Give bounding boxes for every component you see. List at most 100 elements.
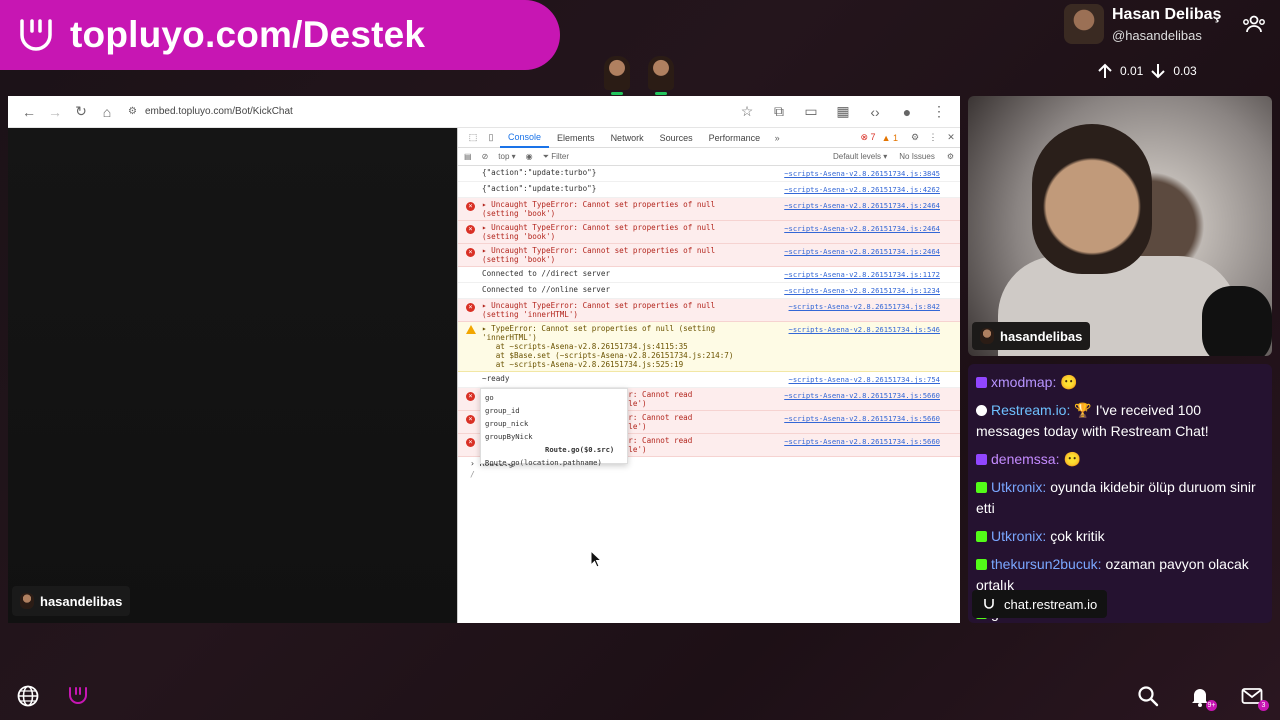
clear-console-icon[interactable]: ⊘: [482, 152, 489, 161]
code-icon[interactable]: ‹›: [864, 101, 886, 123]
autocomplete-item[interactable]: go: [485, 391, 623, 404]
sidebar-icon[interactable]: ▭: [800, 101, 822, 123]
devtools-panel: ⬚ ▯ Console Elements Network Sources Per…: [457, 128, 960, 623]
browser-window: ← → ↻ ⌂ ⚙ embed.topluyo.com/Bot/KickChat…: [8, 96, 960, 623]
extensions-icon[interactable]: ⧉: [768, 101, 790, 123]
autocomplete-item[interactable]: Route.go(location.pathname): [485, 456, 623, 469]
more-menu-icon[interactable]: ⋮: [928, 101, 950, 123]
back-arrow-icon[interactable]: ←: [18, 101, 40, 123]
levels-select[interactable]: Default levels ▾: [833, 152, 887, 161]
autocomplete-item[interactable]: groupByNick: [485, 430, 623, 443]
chat-username[interactable]: denemssa:: [991, 451, 1059, 467]
messages-button[interactable]: 3: [1240, 684, 1269, 711]
context-select[interactable]: top ▾: [498, 152, 515, 161]
download-rate: 0.03: [1173, 64, 1197, 78]
topluyo-logo-icon[interactable]: [66, 684, 90, 708]
mini-avatar: [980, 328, 994, 344]
restream-logo-icon: [984, 599, 994, 609]
console-log-row[interactable]: ▸ TypeError: Cannot set properties of nu…: [458, 322, 960, 372]
devtools-menu-icon[interactable]: ⋮: [924, 132, 942, 143]
autocomplete-item[interactable]: group_nick: [485, 417, 623, 430]
close-icon[interactable]: ✕: [942, 132, 960, 143]
error-icon: ×: [466, 392, 475, 401]
console-source-link[interactable]: ~scripts-Asena-v2.8.26151734.js:1234: [784, 286, 940, 295]
tab-elements[interactable]: Elements: [549, 128, 603, 148]
chat-source-text: chat.restream.io: [1004, 596, 1098, 612]
console-source-link[interactable]: ~scripts-Asena-v2.8.26151734.js:2464: [784, 224, 940, 233]
chat-username[interactable]: Restream.io:: [991, 402, 1070, 418]
more-tabs-icon[interactable]: »: [768, 133, 786, 143]
site-info-icon[interactable]: ⚙: [128, 106, 137, 117]
warning-count[interactable]: ▲ 1: [882, 133, 898, 143]
mini-avatar: [20, 593, 34, 609]
forward-arrow-icon[interactable]: →: [44, 101, 66, 123]
console-source-link[interactable]: ~scripts-Asena-v2.8.26151734.js:5660: [784, 414, 940, 423]
restream-icon: [976, 405, 987, 416]
topluyo-logo-icon: [20, 19, 52, 51]
console-source-link[interactable]: ~scripts-Asena-v2.8.26151734.js:4262: [784, 185, 940, 194]
console-log-row[interactable]: × ▸ Uncaught TypeError: Cannot set proper…: [458, 244, 960, 267]
console-log-row[interactable]: {"action":"update:turbo"} ~scripts-Asena-…: [458, 166, 960, 182]
inspect-icon[interactable]: ⬚: [464, 132, 482, 143]
globe-icon[interactable]: [16, 684, 40, 708]
people-icon[interactable]: [1242, 14, 1266, 34]
chat-username[interactable]: Utkronix:: [991, 528, 1046, 544]
page-content: hasandelibas: [8, 128, 457, 623]
console-source-link[interactable]: ~scripts-Asena-v2.8.26151734.js:842: [789, 302, 940, 311]
console-source-link[interactable]: ~scripts-Asena-v2.8.26151734.js:2464: [784, 247, 940, 256]
notifications-button[interactable]: 9+: [1188, 684, 1217, 711]
filter-input[interactable]: ⏷ Filter: [543, 152, 569, 162]
bookmark-star-icon[interactable]: ☆: [736, 101, 758, 123]
chat-panel: xmodmap: 😶 Restream.io: 🏆 I've received 100…: [968, 364, 1272, 623]
issues-link[interactable]: No Issues: [899, 152, 935, 161]
tab-console[interactable]: Console: [500, 128, 550, 148]
console-source-link[interactable]: ~scripts-Asena-v2.8.26151734.js:5660: [784, 437, 940, 446]
chat-username[interactable]: thekursun2bucuk:: [991, 556, 1102, 572]
microphone: [1202, 286, 1272, 356]
sidebar-toggle-icon[interactable]: ▤: [464, 152, 472, 161]
console-log-row[interactable]: × ▸ Uncaught TypeError: Cannot set proper…: [458, 299, 960, 322]
autocomplete-popup[interactable]: go group_id group_nick groupByNick Route.go(…: [480, 388, 628, 467]
console-settings-icon[interactable]: ⚙: [947, 152, 954, 161]
console-message: ▸ Uncaught TypeError: Cannot set propert…: [482, 301, 716, 319]
console-log-row[interactable]: × ▸ Uncaught TypeError: Cannot set proper…: [458, 221, 960, 244]
console-message: ▸ Uncaught TypeError: Cannot set propert…: [482, 223, 716, 241]
console-log-row[interactable]: × ▸ Uncaught TypeError: Cannot set proper…: [458, 198, 960, 221]
console-source-link[interactable]: ~scripts-Asena-v2.8.26151734.js:1172: [784, 270, 940, 279]
console-source-link[interactable]: ~scripts-Asena-v2.8.26151734.js:3845: [784, 169, 940, 178]
chat-message: Utkronix: çok kritik: [976, 526, 1264, 547]
chat-username[interactable]: Utkronix:: [991, 479, 1046, 495]
autocomplete-item[interactable]: Route.go($0.src): [485, 443, 623, 456]
error-count[interactable]: ⊗ 7: [861, 132, 876, 143]
console-log-row[interactable]: Connected to //online server ~scripts-Ase…: [458, 283, 960, 299]
address-bar[interactable]: ⚙ embed.topluyo.com/Bot/KickChat: [128, 106, 736, 117]
device-toggle-icon[interactable]: ▯: [482, 132, 500, 143]
search-icon[interactable]: [1136, 684, 1160, 708]
console-log-row[interactable]: ~ready ~scripts-Asena-v2.8.26151734.js:75…: [458, 372, 960, 388]
tab-performance[interactable]: Performance: [701, 128, 769, 148]
console-source-link[interactable]: ~scripts-Asena-v2.8.26151734.js:5660: [784, 391, 940, 400]
viewer-avatar: [604, 56, 630, 95]
settings-gear-icon[interactable]: ⚙: [906, 132, 924, 143]
kick-icon: [976, 482, 987, 493]
chat-username[interactable]: xmodmap:: [991, 374, 1056, 390]
upload-rate: 0.01: [1120, 64, 1144, 78]
tab-sources[interactable]: Sources: [652, 128, 701, 148]
console-message: Connected to //online server: [482, 285, 611, 294]
console-source-link[interactable]: ~scripts-Asena-v2.8.26151734.js:754: [789, 375, 940, 384]
eye-icon[interactable]: ◉: [526, 152, 533, 161]
chat-text: 😶: [1063, 451, 1081, 467]
browser-toolbar: ← → ↻ ⌂ ⚙ embed.topluyo.com/Bot/KickChat…: [8, 96, 960, 128]
autocomplete-item[interactable]: group_id: [485, 404, 623, 417]
console-message: ▸ TypeError: Cannot set properties of nu…: [482, 324, 734, 369]
console-source-link[interactable]: ~scripts-Asena-v2.8.26151734.js:546: [789, 325, 940, 334]
console-log-row[interactable]: {"action":"update:turbo"} ~scripts-Asena-…: [458, 182, 960, 198]
error-icon: ×: [466, 202, 475, 211]
home-icon[interactable]: ⌂: [96, 101, 118, 123]
tab-network[interactable]: Network: [603, 128, 652, 148]
reload-icon[interactable]: ↻: [70, 101, 92, 123]
console-source-link[interactable]: ~scripts-Asena-v2.8.26151734.js:2464: [784, 201, 940, 210]
grid-icon[interactable]: ▦: [832, 101, 854, 123]
profile-avatar-icon[interactable]: ●: [896, 101, 918, 123]
console-log-row[interactable]: Connected to //direct server ~scripts-Ase…: [458, 267, 960, 283]
